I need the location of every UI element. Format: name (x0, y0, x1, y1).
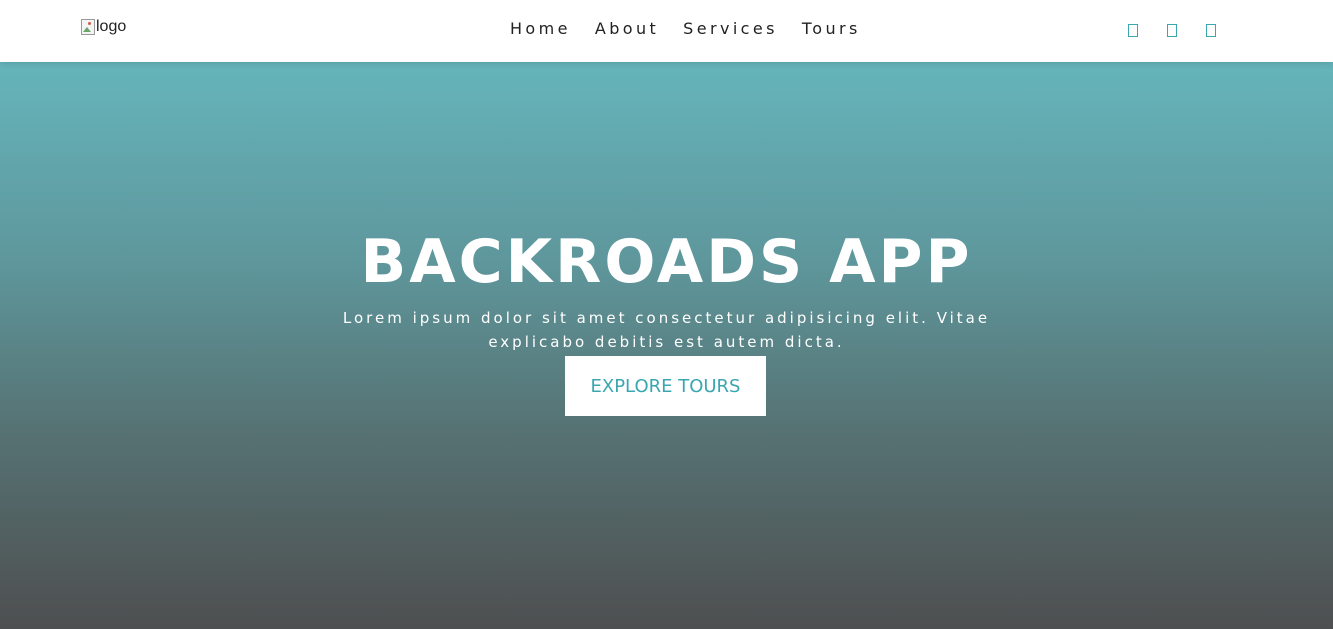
nav-link-home[interactable]: Home (510, 19, 571, 38)
nav-link-services[interactable]: Services (683, 19, 778, 38)
navbar: logo Home About Services Tours (0, 0, 1333, 62)
logo[interactable]: logo (81, 18, 126, 36)
nav-link-about[interactable]: About (595, 19, 659, 38)
social-links (1128, 24, 1216, 37)
squarespace-icon[interactable] (1206, 24, 1216, 37)
hero-description: Lorem ipsum dolor sit amet consectetur a… (342, 309, 991, 351)
hero-banner: BACKROADS APP Lorem ipsum dolor sit amet… (0, 62, 1333, 629)
broken-image-icon (81, 19, 95, 35)
logo-alt-text: logo (96, 18, 127, 35)
nav-links: Home About Services Tours (510, 19, 861, 38)
explore-tours-button[interactable]: EXPLORE TOURS (565, 356, 766, 416)
hero-title: BACKROADS APP (360, 227, 973, 297)
twitter-icon[interactable] (1167, 24, 1177, 37)
nav-link-tours[interactable]: Tours (802, 19, 861, 38)
facebook-icon[interactable] (1128, 24, 1138, 37)
